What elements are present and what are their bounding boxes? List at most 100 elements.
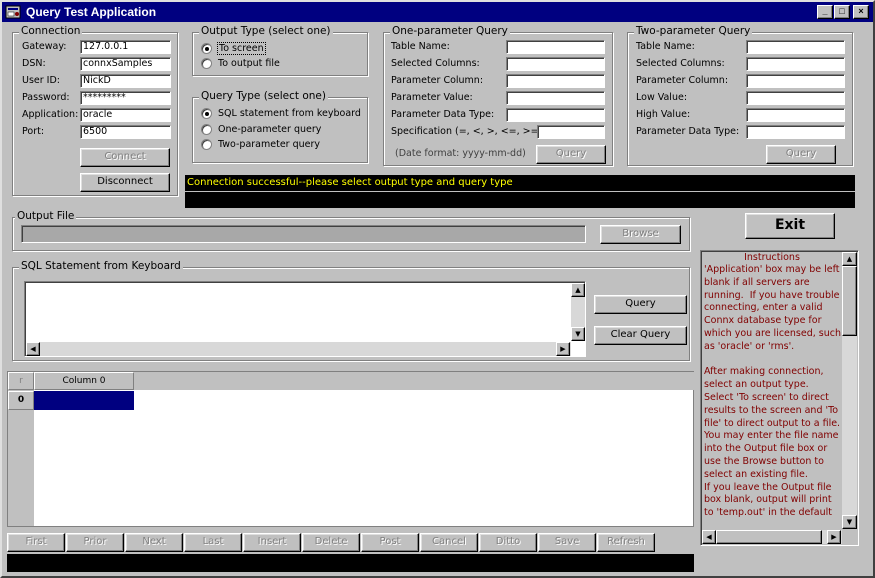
one-parameter-value-field[interactable]: [506, 91, 605, 105]
clear-query-button[interactable]: Clear Query: [594, 326, 687, 345]
two-table-name-label: Table Name:: [636, 41, 695, 52]
two-parameter-column-label: Parameter Column:: [636, 75, 729, 86]
window-title: Query Test Application: [26, 5, 157, 19]
instructions-content: Instructions 'Application' box may be le…: [703, 252, 841, 528]
grid-corner[interactable]: r: [8, 372, 34, 390]
gateway-label: Gateway:: [22, 41, 67, 52]
output-file-legend: Output File: [15, 210, 77, 222]
sql-scroll-left-icon[interactable]: ◀: [26, 342, 40, 356]
two-data-type-field[interactable]: [746, 125, 845, 139]
nav-save-button[interactable]: Save: [538, 533, 596, 552]
app-icon: [5, 5, 21, 19]
application-field[interactable]: oracle: [80, 108, 171, 122]
sql-query-button[interactable]: Query: [594, 295, 687, 314]
two-data-type-label: Parameter Data Type:: [636, 126, 740, 137]
one-data-type-field[interactable]: [506, 108, 605, 122]
user-id-label: User ID:: [22, 75, 60, 86]
one-table-name-label: Table Name:: [391, 41, 450, 52]
output-type-group: Output Type (select one): [192, 25, 368, 76]
instructions-hscroll-thumb[interactable]: [716, 530, 822, 544]
two-selected-columns-field[interactable]: [746, 57, 845, 71]
disconnect-button[interactable]: Disconnect: [80, 173, 170, 192]
browse-button[interactable]: Browse: [600, 225, 681, 244]
sql-scroll-down-icon[interactable]: ▼: [571, 327, 585, 341]
connect-button[interactable]: Connect: [80, 148, 170, 167]
two-param-query-button[interactable]: Query: [766, 145, 836, 164]
password-label: Password:: [22, 92, 70, 103]
close-button[interactable]: ×: [853, 5, 869, 19]
query-type-legend: Query Type (select one): [199, 90, 328, 102]
nav-refresh-button[interactable]: Refresh: [597, 533, 655, 552]
nav-last-button[interactable]: Last: [184, 533, 242, 552]
one-specification-field[interactable]: [537, 125, 605, 139]
two-param-label: Two-parameter query: [218, 139, 321, 150]
to-output-file-label: To output file: [218, 58, 280, 69]
user-id-field[interactable]: NickD: [80, 74, 171, 88]
title-bar[interactable]: Query Test Application _ □ ×: [2, 2, 873, 22]
radio-one-param[interactable]: [201, 124, 212, 135]
sql-scroll-right-icon[interactable]: ▶: [556, 342, 570, 356]
dsn-field[interactable]: connxSamples: [80, 57, 171, 71]
instructions-scroll-down-icon[interactable]: ▼: [842, 515, 857, 529]
one-parameter-column-field[interactable]: [506, 74, 605, 88]
two-low-value-field[interactable]: [746, 91, 845, 105]
two-table-name-field[interactable]: [746, 40, 845, 54]
sql-scroll-up-icon[interactable]: ▲: [571, 283, 585, 297]
one-param-query-button[interactable]: Query: [536, 145, 606, 164]
password-field[interactable]: *********: [80, 91, 171, 105]
two-param-legend: Two-parameter Query: [634, 25, 753, 37]
one-selected-columns-field[interactable]: [506, 57, 605, 71]
connection-legend: Connection: [19, 25, 83, 37]
exit-button[interactable]: Exit: [745, 213, 835, 239]
column-header[interactable]: Column 0: [34, 372, 134, 390]
radio-two-param[interactable]: [201, 139, 212, 150]
nav-post-button[interactable]: Post: [361, 533, 419, 552]
port-label: Port:: [22, 126, 45, 137]
maximize-button[interactable]: □: [834, 5, 850, 19]
two-parameter-column-field[interactable]: [746, 74, 845, 88]
sql-keyboard-label: SQL statement from keyboard: [218, 108, 361, 119]
one-param-label: One-parameter query: [218, 124, 322, 135]
nav-next-button[interactable]: Next: [125, 533, 183, 552]
instructions-scroll-right-icon[interactable]: ▶: [827, 530, 841, 544]
output-type-legend: Output Type (select one): [199, 25, 333, 37]
sql-legend: SQL Statement from Keyboard: [19, 260, 183, 272]
nav-first-button[interactable]: First: [7, 533, 65, 552]
gateway-field[interactable]: 127.0.0.1: [80, 40, 171, 54]
instructions-scroll-up-icon[interactable]: ▲: [842, 252, 857, 266]
one-table-name-field[interactable]: [506, 40, 605, 54]
instructions-vscroll-thumb[interactable]: [842, 266, 857, 336]
two-low-value-label: Low Value:: [636, 92, 688, 103]
port-field[interactable]: 6500: [80, 125, 171, 139]
dsn-label: DSN:: [22, 58, 46, 69]
nav-prior-button[interactable]: Prior: [66, 533, 124, 552]
date-format-note: (Date format: yyyy-mm-dd): [395, 148, 526, 159]
application-label: Application:: [22, 109, 79, 120]
output-file-field[interactable]: [21, 225, 586, 243]
radio-to-output-file[interactable]: [201, 58, 212, 69]
two-high-value-field[interactable]: [746, 108, 845, 122]
two-high-value-label: High Value:: [636, 109, 691, 120]
grid-row-header-bar: [8, 390, 34, 526]
instructions-scroll-left-icon[interactable]: ◀: [702, 530, 716, 544]
one-specification-label: Specification (=, <, >, <=, >=):: [391, 126, 546, 137]
selected-cell[interactable]: [34, 391, 134, 410]
bottom-status-bar: [7, 554, 694, 572]
one-data-type-label: Parameter Data Type:: [391, 109, 495, 120]
nav-cancel-button[interactable]: Cancel: [420, 533, 478, 552]
radio-to-screen[interactable]: [201, 43, 212, 54]
instructions-title: Instructions: [744, 252, 800, 263]
nav-delete-button[interactable]: Delete: [302, 533, 360, 552]
one-selected-columns-label: Selected Columns:: [391, 58, 480, 69]
to-screen-label: To screen: [217, 42, 266, 55]
two-selected-columns-label: Selected Columns:: [636, 58, 725, 69]
minimize-button[interactable]: _: [817, 5, 833, 19]
radio-sql-keyboard[interactable]: [201, 108, 212, 119]
status-message: Connection successful--please select out…: [185, 175, 855, 191]
row-header[interactable]: 0: [8, 391, 34, 410]
nav-insert-button[interactable]: Insert: [243, 533, 301, 552]
nav-ditto-button[interactable]: Ditto: [479, 533, 537, 552]
instructions-body: 'Application' box may be left blank if a…: [704, 264, 841, 519]
one-parameter-value-label: Parameter Value:: [391, 92, 473, 103]
sql-hscroll-track[interactable]: [26, 342, 571, 356]
